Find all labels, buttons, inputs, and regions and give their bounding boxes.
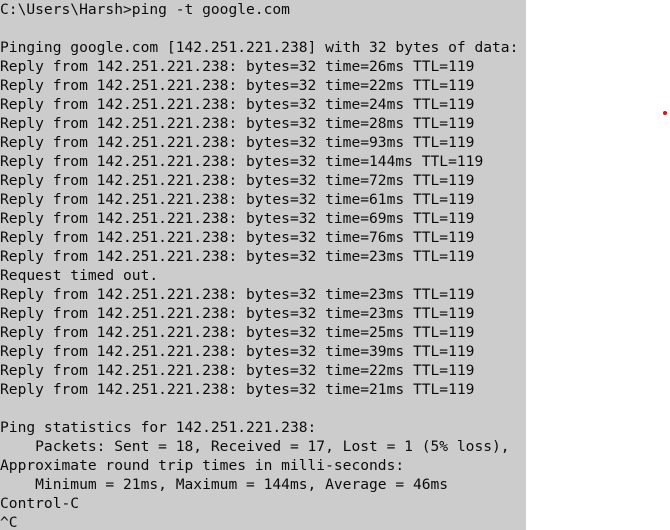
reply-line: Reply from 142.251.221.238: bytes=32 tim… (0, 362, 475, 379)
rtt-header-line: Approximate round trip times in milli-se… (0, 457, 405, 474)
reply-line: Reply from 142.251.221.238: bytes=32 tim… (0, 229, 475, 246)
reply-line: Reply from 142.251.221.238: bytes=32 tim… (0, 210, 475, 227)
statistics-header-line: Ping statistics for 142.251.221.238: (0, 419, 317, 436)
red-dot-marker (663, 111, 667, 115)
pinging-header-line: Pinging google.com [142.251.221.238] wit… (0, 39, 519, 56)
command-line: C:\Users\Harsh>ping -t google.com (0, 1, 290, 18)
reply-line: Reply from 142.251.221.238: bytes=32 tim… (0, 305, 475, 322)
reply-line: Reply from 142.251.221.238: bytes=32 tim… (0, 286, 475, 303)
reply-line: Reply from 142.251.221.238: bytes=32 tim… (0, 172, 475, 189)
reply-line: Reply from 142.251.221.238: bytes=32 tim… (0, 153, 484, 170)
reply-line: Reply from 142.251.221.238: bytes=32 tim… (0, 248, 475, 265)
reply-line: Reply from 142.251.221.238: bytes=32 tim… (0, 324, 475, 341)
reply-line: Reply from 142.251.221.238: bytes=32 tim… (0, 96, 475, 113)
packets-summary-line: Packets: Sent = 18, Received = 17, Lost … (0, 438, 510, 455)
reply-line: Reply from 142.251.221.238: bytes=32 tim… (0, 381, 475, 398)
timeout-line: Request timed out. (0, 267, 159, 284)
reply-line: Reply from 142.251.221.238: bytes=32 tim… (0, 58, 475, 75)
control-c-line: Control-C (0, 495, 80, 512)
rtt-summary-line: Minimum = 21ms, Maximum = 144ms, Average… (0, 476, 449, 493)
reply-line: Reply from 142.251.221.238: bytes=32 tim… (0, 134, 475, 151)
caret-c-line: ^C (0, 514, 18, 530)
reply-line: Reply from 142.251.221.238: bytes=32 tim… (0, 77, 475, 94)
console-output[interactable]: C:\Users\Harsh>ping -t google.com Pingin… (0, 0, 526, 530)
reply-line: Reply from 142.251.221.238: bytes=32 tim… (0, 115, 475, 132)
reply-line: Reply from 142.251.221.238: bytes=32 tim… (0, 191, 475, 208)
reply-line: Reply from 142.251.221.238: bytes=32 tim… (0, 343, 475, 360)
